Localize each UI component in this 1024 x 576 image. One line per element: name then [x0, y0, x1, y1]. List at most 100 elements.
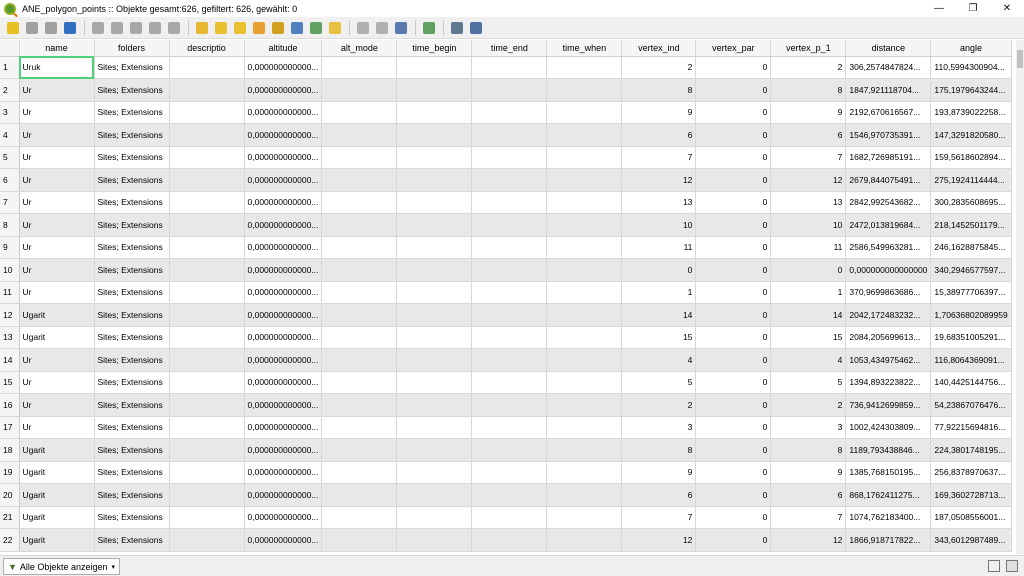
- cell-time-when[interactable]: [546, 213, 623, 237]
- cell-time-begin[interactable]: [396, 348, 473, 372]
- column-header-distance[interactable]: distance: [845, 40, 932, 57]
- cell-folders[interactable]: Sites; Extensions: [94, 236, 170, 259]
- show-features-filter-button[interactable]: ▼ Alle Objekte anzeigen ▾: [3, 558, 120, 575]
- cell-descriptio[interactable]: [169, 168, 245, 192]
- cell-vertex-par[interactable]: 0: [695, 506, 772, 529]
- cell-vertex-par[interactable]: 0: [695, 56, 772, 79]
- cell-alt-mode[interactable]: [321, 146, 398, 169]
- cell-time-when[interactable]: [546, 236, 623, 259]
- cell-name[interactable]: Ur: [19, 123, 95, 147]
- cell-time-end[interactable]: [471, 101, 548, 124]
- cell-angle[interactable]: 1,70636802089959: [930, 303, 1012, 327]
- cell-folders[interactable]: Sites; Extensions: [94, 326, 170, 349]
- cell-vertex-p-1[interactable]: 0: [770, 258, 847, 282]
- field-calculator-button[interactable]: [392, 19, 409, 36]
- cell-altitude[interactable]: 0,000000000000...: [244, 213, 323, 237]
- cell-folders[interactable]: Sites; Extensions: [94, 56, 170, 79]
- table-row[interactable]: 16 Ur Sites; Extensions 0,000000000000... 2 0…: [0, 393, 1012, 417]
- cell-time-when[interactable]: [546, 191, 623, 214]
- cell-vertex-par[interactable]: 0: [695, 168, 772, 192]
- table-row[interactable]: 10 Ur Sites; Extensions 0,000000000000... 0 0…: [0, 258, 1012, 282]
- table-row[interactable]: 20 Ugarit Sites; Extensions 0,000000000000.…: [0, 483, 1012, 507]
- maximize-button[interactable]: ❐: [956, 0, 990, 17]
- table-row[interactable]: 7 Ur Sites; Extensions 0,000000000000... 13 0…: [0, 191, 1012, 214]
- copy-button[interactable]: [146, 19, 163, 36]
- table-row[interactable]: 12 Ugarit Sites; Extensions 0,000000000000.…: [0, 303, 1012, 327]
- cell-time-begin[interactable]: [396, 146, 473, 169]
- cell-name[interactable]: Ur: [19, 281, 95, 304]
- cell-alt-mode[interactable]: [321, 123, 398, 147]
- cell-distance[interactable]: 1394,893223822...: [845, 371, 932, 394]
- minimize-button[interactable]: —: [922, 0, 956, 17]
- cell-time-end[interactable]: [471, 393, 548, 417]
- cell-time-end[interactable]: [471, 461, 548, 484]
- cell-folders[interactable]: Sites; Extensions: [94, 146, 170, 169]
- cell-vertex-par[interactable]: 0: [695, 393, 772, 417]
- cell-altitude[interactable]: 0,000000000000...: [244, 236, 323, 259]
- cell-distance[interactable]: 1866,918717822...: [845, 528, 932, 552]
- cell-distance[interactable]: 1053,434975462...: [845, 348, 932, 372]
- move-selection-top-button[interactable]: [288, 19, 305, 36]
- cell-vertex-p-1[interactable]: 8: [770, 438, 847, 462]
- cell-vertex-ind[interactable]: 3: [621, 416, 697, 439]
- row-number[interactable]: 14: [0, 348, 20, 372]
- cell-alt-mode[interactable]: [321, 371, 398, 394]
- cell-vertex-p-1[interactable]: 3: [770, 416, 847, 439]
- cell-name[interactable]: Ur: [19, 101, 95, 124]
- table-row[interactable]: 6 Ur Sites; Extensions 0,000000000000... 12 0…: [0, 168, 1012, 192]
- cell-time-begin[interactable]: [396, 258, 473, 282]
- cell-alt-mode[interactable]: [321, 303, 398, 327]
- actions-button[interactable]: [467, 19, 484, 36]
- cell-descriptio[interactable]: [169, 123, 245, 147]
- cell-vertex-par[interactable]: 0: [695, 348, 772, 372]
- cell-distance[interactable]: 370,9699863686...: [845, 281, 932, 304]
- cell-time-begin[interactable]: [396, 101, 473, 124]
- cell-vertex-par[interactable]: 0: [695, 146, 772, 169]
- cell-folders[interactable]: Sites; Extensions: [94, 213, 170, 237]
- cell-descriptio[interactable]: [169, 281, 245, 304]
- cell-descriptio[interactable]: [169, 236, 245, 259]
- cell-folders[interactable]: Sites; Extensions: [94, 528, 170, 552]
- cell-time-end[interactable]: [471, 348, 548, 372]
- row-number[interactable]: 4: [0, 123, 20, 147]
- cell-time-end[interactable]: [471, 371, 548, 394]
- cell-time-begin[interactable]: [396, 303, 473, 327]
- cell-name[interactable]: Ur: [19, 236, 95, 259]
- cell-alt-mode[interactable]: [321, 78, 398, 102]
- row-number[interactable]: 21: [0, 506, 20, 529]
- cell-name[interactable]: Ugarit: [19, 506, 95, 529]
- row-number[interactable]: 13: [0, 326, 20, 349]
- cell-distance[interactable]: 1385,768150195...: [845, 461, 932, 484]
- row-number[interactable]: 15: [0, 371, 20, 394]
- cell-angle[interactable]: 140,4425144756...: [930, 371, 1012, 394]
- cell-altitude[interactable]: 0,000000000000...: [244, 78, 323, 102]
- row-number[interactable]: 16: [0, 393, 20, 417]
- column-header-folders[interactable]: folders: [94, 40, 170, 57]
- row-number[interactable]: 8: [0, 213, 20, 237]
- row-number[interactable]: 19: [0, 461, 20, 484]
- table-row[interactable]: 9 Ur Sites; Extensions 0,000000000000... 11 0…: [0, 236, 1012, 259]
- cell-vertex-ind[interactable]: 5: [621, 371, 697, 394]
- cell-angle[interactable]: 54,23867076476...: [930, 393, 1012, 417]
- form-view-icon[interactable]: [988, 560, 1000, 572]
- cell-time-end[interactable]: [471, 483, 548, 507]
- cell-time-begin[interactable]: [396, 506, 473, 529]
- cell-name[interactable]: Ugarit: [19, 483, 95, 507]
- column-header-vertex-ind[interactable]: vertex_ind: [621, 40, 697, 57]
- cell-vertex-p-1[interactable]: 10: [770, 213, 847, 237]
- cell-alt-mode[interactable]: [321, 348, 398, 372]
- cell-vertex-ind[interactable]: 6: [621, 483, 697, 507]
- vertical-scrollbar[interactable]: [1016, 40, 1024, 554]
- column-header-alt-mode[interactable]: alt_mode: [321, 40, 398, 57]
- cell-vertex-ind[interactable]: 12: [621, 528, 697, 552]
- cell-name[interactable]: Ur: [19, 393, 95, 417]
- save-button[interactable]: [42, 19, 59, 36]
- cell-time-when[interactable]: [546, 78, 623, 102]
- cell-descriptio[interactable]: [169, 101, 245, 124]
- cell-distance[interactable]: 2586,549963281...: [845, 236, 932, 259]
- cell-distance[interactable]: 1002,424303809...: [845, 416, 932, 439]
- cell-vertex-p-1[interactable]: 13: [770, 191, 847, 214]
- cell-angle[interactable]: 116,8064369091...: [930, 348, 1012, 372]
- cell-descriptio[interactable]: [169, 393, 245, 417]
- row-number[interactable]: 22: [0, 528, 20, 552]
